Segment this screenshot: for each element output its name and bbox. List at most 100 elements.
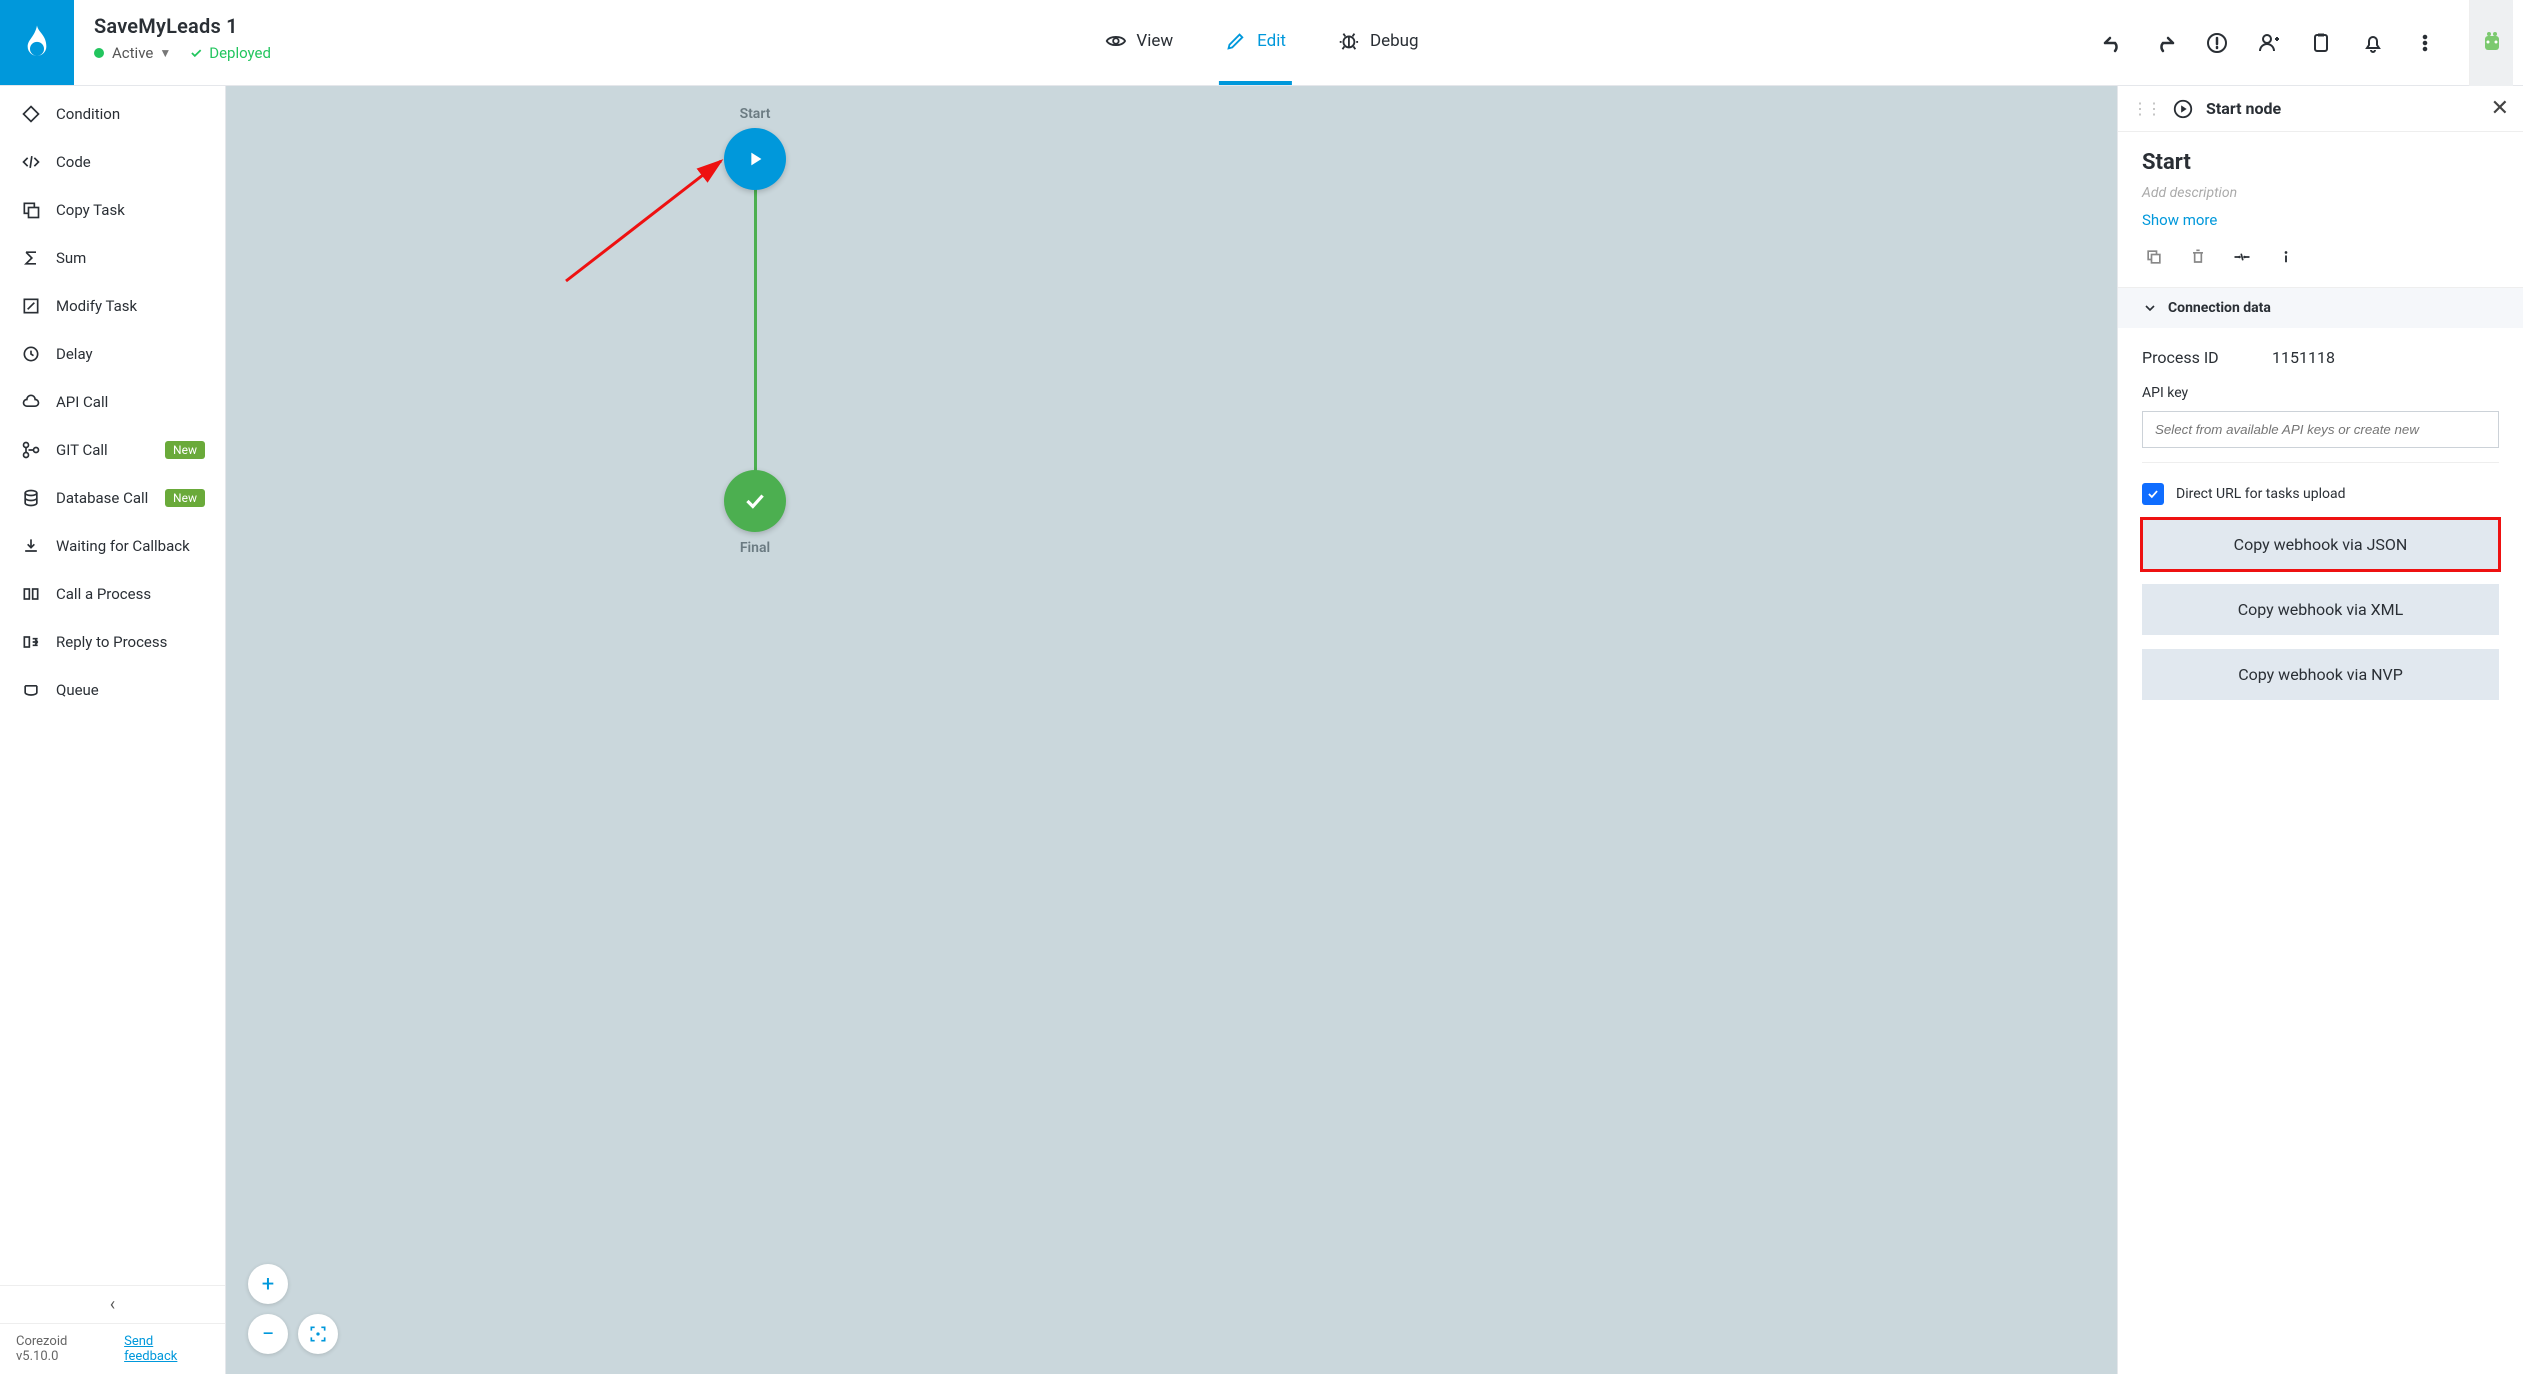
user-plus-icon [2257, 31, 2281, 55]
check-icon [724, 470, 786, 532]
canvas[interactable]: Start Final + − [226, 86, 2117, 1374]
copy-webhook-nvp-button[interactable]: Copy webhook via NVP [2142, 649, 2499, 700]
panel-header: ⋮⋮ Start node ✕ [2118, 86, 2523, 132]
right-panel: ⋮⋮ Start node ✕ Start Add description Sh… [2117, 86, 2523, 1374]
zoom-out-button[interactable]: − [248, 1314, 288, 1354]
redo-button[interactable] [2149, 27, 2181, 59]
reply-icon [20, 631, 42, 653]
sigma-icon [20, 247, 42, 269]
node-name[interactable]: Start [2142, 150, 2499, 175]
notifications-button[interactable] [2357, 27, 2389, 59]
process-id-value: 1151118 [2272, 348, 2335, 367]
tasks-button[interactable] [2305, 27, 2337, 59]
disconnect-button[interactable] [2230, 245, 2254, 269]
section-toggle[interactable]: Connection data [2118, 288, 2523, 328]
queue-icon [20, 679, 42, 701]
download-icon [20, 535, 42, 557]
modify-icon [20, 295, 42, 317]
more-button[interactable] [2409, 27, 2441, 59]
node-label: Final [724, 540, 786, 556]
api-key-label: API key [2142, 385, 2499, 401]
start-node[interactable]: Start [724, 106, 786, 190]
tab-debug[interactable]: Debug [1332, 0, 1425, 85]
status-deployed: Deployed [189, 44, 271, 62]
copy-button[interactable] [2142, 245, 2166, 269]
sidebar-item-label: Call a Process [56, 585, 151, 603]
play-circle-icon [2172, 98, 2194, 120]
direct-url-row[interactable]: Direct URL for tasks upload [2142, 483, 2499, 505]
sidebar-item-code[interactable]: Code [0, 138, 225, 186]
sidebar-item-label: Delay [56, 345, 93, 363]
sidebar-item-dbcall[interactable]: Database CallNew [0, 474, 225, 522]
sidebar-item-delay[interactable]: Delay [0, 330, 225, 378]
sidebar-list: Condition Code Copy Task Sum Modify Task… [0, 86, 225, 1285]
new-badge: New [165, 441, 205, 459]
sidebar-item-waitcb[interactable]: Waiting for Callback [0, 522, 225, 570]
status-active[interactable]: Active▼ [94, 44, 171, 62]
edge [754, 162, 757, 482]
alert-icon [2205, 31, 2229, 55]
sidebar-collapse[interactable]: ‹ [0, 1285, 225, 1323]
arrow-annotation [556, 151, 736, 291]
checkbox-checked-icon[interactable] [2142, 483, 2164, 505]
sidebar-item-label: Modify Task [56, 297, 137, 315]
sidebar-item-gitcall[interactable]: GIT Call New [0, 426, 225, 474]
zoom-in-button[interactable]: + [248, 1264, 288, 1304]
sidebar-item-label: Queue [56, 681, 99, 699]
pencil-icon [1225, 30, 1247, 52]
database-icon [20, 487, 42, 509]
play-icon [724, 128, 786, 190]
logo[interactable] [0, 0, 74, 85]
sidebar-item-condition[interactable]: Condition [0, 90, 225, 138]
clipboard-icon [2309, 31, 2333, 55]
sidebar-item-label: Condition [56, 105, 120, 123]
share-button[interactable] [2253, 27, 2285, 59]
process-id-label: Process ID [2142, 348, 2272, 367]
sidebar-item-copytask[interactable]: Copy Task [0, 186, 225, 234]
sidebar-item-label: API Call [56, 393, 108, 411]
sidebar-item-queue[interactable]: Queue [0, 666, 225, 714]
avatar[interactable] [2469, 0, 2513, 86]
check-icon [189, 46, 203, 60]
copy-webhook-json-button[interactable]: Copy webhook via JSON [2142, 519, 2499, 570]
panel-actions [2118, 229, 2523, 287]
sidebar-item-label: GIT Call [56, 441, 108, 459]
undo-button[interactable] [2097, 27, 2129, 59]
copy-icon [20, 199, 42, 221]
undo-icon [2101, 31, 2125, 55]
node-label: Start [724, 106, 786, 122]
clock-icon [20, 343, 42, 365]
errors-button[interactable] [2201, 27, 2233, 59]
description-field[interactable]: Add description [2142, 185, 2499, 201]
sidebar-item-modify[interactable]: Modify Task [0, 282, 225, 330]
sidebar-item-label: Sum [56, 249, 86, 267]
title-block: SaveMyLeads 1 Active▼ Deployed [74, 0, 291, 85]
drag-handle-icon[interactable]: ⋮⋮ [2132, 99, 2160, 118]
feedback-link[interactable]: Send feedback [124, 1334, 209, 1364]
sidebar-item-apicall[interactable]: API Call [0, 378, 225, 426]
bell-icon [2361, 31, 2385, 55]
zoom-controls: + − [248, 1264, 288, 1354]
sidebar-footer: Corezoid v5.10.0 Send feedback [0, 1323, 225, 1374]
header-tools [2097, 0, 2523, 85]
show-more-link[interactable]: Show more [2142, 211, 2499, 229]
close-button[interactable]: ✕ [2491, 96, 2509, 121]
version-label: Corezoid v5.10.0 [16, 1334, 112, 1364]
chevron-down-icon [2142, 300, 2158, 316]
sidebar-item-reply[interactable]: Reply to Process [0, 618, 225, 666]
zoom-fit-button[interactable] [298, 1314, 338, 1354]
copy-webhook-xml-button[interactable]: Copy webhook via XML [2142, 584, 2499, 635]
tab-view[interactable]: View [1098, 0, 1179, 85]
tab-edit[interactable]: Edit [1219, 0, 1292, 85]
bug-icon [1338, 30, 1360, 52]
sidebar-item-callproc[interactable]: Call a Process [0, 570, 225, 618]
sidebar-item-label: Code [56, 153, 91, 171]
sidebar-item-label: Database Call [56, 489, 148, 507]
delete-button[interactable] [2186, 245, 2210, 269]
mode-tabs: View Edit Debug [1098, 0, 1424, 85]
info-button[interactable] [2274, 245, 2298, 269]
redo-icon [2153, 31, 2177, 55]
api-key-select[interactable] [2142, 411, 2499, 448]
final-node[interactable]: Final [724, 470, 786, 556]
sidebar-item-sum[interactable]: Sum [0, 234, 225, 282]
